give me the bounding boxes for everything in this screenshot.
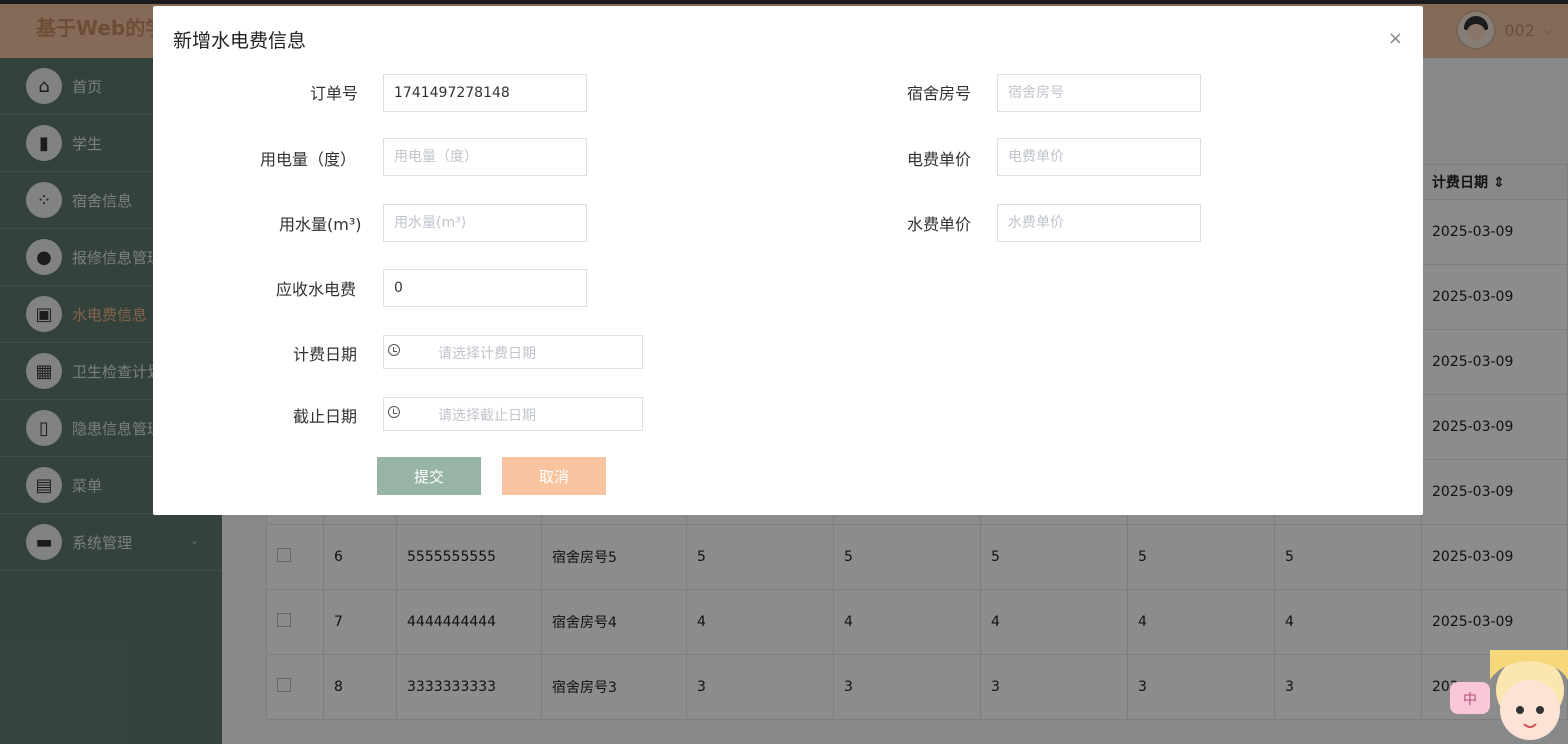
- deadline-date-label: 截止日期: [293, 407, 358, 426]
- billing-date-label: 计费日期: [293, 345, 358, 364]
- room-no-input[interactable]: [997, 74, 1201, 112]
- water-input[interactable]: [383, 204, 587, 242]
- water-label: 用水量(m³): [279, 215, 362, 234]
- water-price-label: 水费单价: [907, 215, 972, 234]
- order-no-label: 订单号: [310, 84, 359, 103]
- cancel-button[interactable]: 取消: [502, 457, 606, 495]
- total-input[interactable]: [383, 269, 587, 307]
- mascot-widget[interactable]: 中: [1420, 650, 1568, 744]
- close-icon[interactable]: ×: [1388, 28, 1403, 49]
- dialog-title: 新增水电费信息: [173, 30, 307, 52]
- billing-date-placeholder: 请选择计费日期: [438, 346, 536, 362]
- total-label: 应收水电费: [276, 280, 357, 299]
- mascot-badge: 中: [1463, 692, 1477, 708]
- electricity-price-label: 电费单价: [907, 150, 972, 169]
- submit-button[interactable]: 提交: [377, 457, 481, 495]
- electricity-label: 用电量（度）: [260, 150, 357, 169]
- electricity-price-input[interactable]: [997, 138, 1201, 176]
- order-no-input[interactable]: [383, 74, 587, 112]
- deadline-date-picker[interactable]: 请选择截止日期: [383, 397, 643, 431]
- clock-icon: [388, 406, 400, 418]
- add-utility-dialog: 新增水电费信息 × 订单号 用电量（度） 用水量(m³) 应收水电费 计费日期 …: [153, 6, 1423, 515]
- deadline-date-placeholder: 请选择截止日期: [438, 408, 536, 424]
- water-price-input[interactable]: [997, 204, 1201, 242]
- electricity-input[interactable]: [383, 138, 587, 176]
- clock-icon: [388, 344, 400, 356]
- room-no-label: 宿舍房号: [907, 84, 972, 103]
- billing-date-picker[interactable]: 请选择计费日期: [383, 335, 643, 369]
